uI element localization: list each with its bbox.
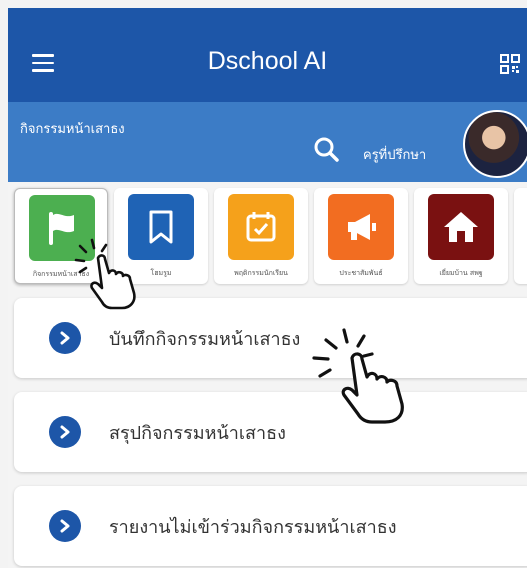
tile-partial[interactable] <box>514 188 527 284</box>
megaphone-icon <box>328 194 394 260</box>
app-title: Dschool AI <box>207 47 328 75</box>
menu-item-summary[interactable]: สรุปกิจกรรมหน้าเสาธง <box>14 392 527 472</box>
section-title: กิจกรรมหน้าเสาธง <box>20 122 125 137</box>
chevron-right-icon <box>49 416 81 448</box>
search-icon[interactable] <box>313 136 339 162</box>
menu-item-label: บันทึกกิจกรรมหน้าเสาธง <box>109 329 301 350</box>
app-screen: Dschool AI กิจกรรมหน้าเสาธง ครูที่ปรึกษา… <box>8 8 527 568</box>
tile-behavior[interactable]: พฤติกรรมนักเรียน <box>214 188 308 284</box>
tile-home-visit[interactable]: เยี่ยมบ้าน สพฐ <box>414 188 508 284</box>
avatar[interactable] <box>463 110 527 178</box>
calendar-check-icon <box>228 194 294 260</box>
section-header: กิจกรรมหน้าเสาธง ครูที่ปรึกษา <box>8 102 527 182</box>
menu-item-absence-report[interactable]: รายงานไม่เข้าร่วมกิจกรรมหน้าเสาธง <box>14 486 527 566</box>
qr-code-icon[interactable] <box>500 54 520 74</box>
tile-label: เยี่ยมบ้าน สพฐ <box>439 269 483 277</box>
tile-label: ประชาสัมพันธ์ <box>339 269 383 277</box>
top-app-bar: Dschool AI <box>8 8 527 102</box>
user-role: ครูที่ปรึกษา <box>363 148 427 163</box>
tap-hand-icon <box>74 238 136 310</box>
tile-label: พฤติกรรมนักเรียน <box>234 269 288 277</box>
menu-item-label: รายงานไม่เข้าร่วมกิจกรรมหน้าเสาธง <box>109 517 397 538</box>
chevron-right-icon <box>49 510 81 542</box>
menu-item-label: สรุปกิจกรรมหน้าเสาธง <box>109 423 286 444</box>
tap-hand-icon <box>312 328 404 424</box>
tile-announcement[interactable]: ประชาสัมพันธ์ <box>314 188 408 284</box>
chevron-right-icon <box>49 322 81 354</box>
home-icon <box>428 194 494 260</box>
